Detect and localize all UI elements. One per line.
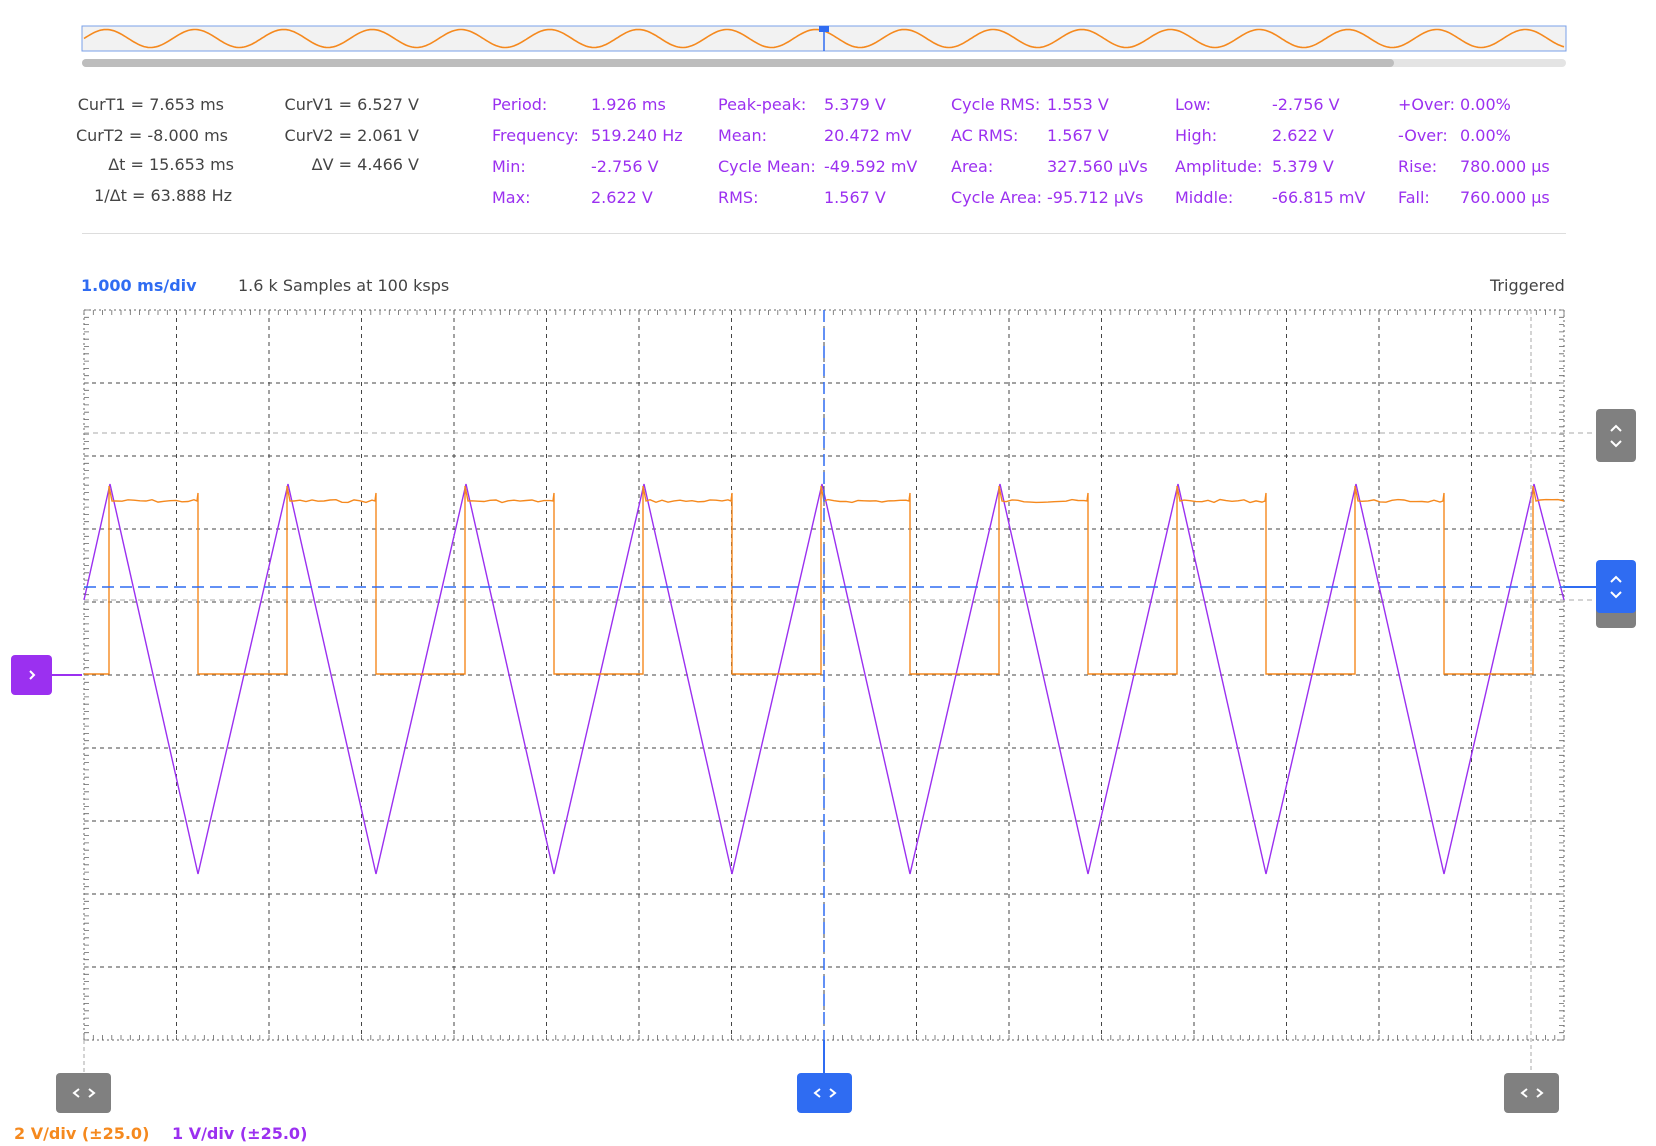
chevron-left-right-icon: [71, 1088, 96, 1098]
channel-offset-marker[interactable]: [11, 655, 52, 695]
chevron-left-right-icon: [1519, 1088, 1544, 1098]
chevron-right-icon: [28, 670, 35, 680]
chevron-left-right-icon: [812, 1088, 837, 1098]
chevron-up-down-icon: [1610, 575, 1622, 598]
time-cursor-right-handle[interactable]: [1504, 1073, 1559, 1113]
channel-2-scale[interactable]: 1 V/div (±25.0): [172, 1124, 307, 1143]
scope-display[interactable]: [0, 0, 1656, 1146]
channel-1-scale[interactable]: 2 V/div (±25.0): [14, 1124, 149, 1143]
voltage-cursor-upper-handle[interactable]: [1596, 409, 1636, 462]
time-cursor-center-handle[interactable]: [797, 1073, 852, 1113]
time-cursor-left-handle[interactable]: [56, 1073, 111, 1113]
chevron-up-down-icon: [1610, 424, 1622, 447]
voltage-cursor-lower-handle[interactable]: [1596, 560, 1636, 613]
